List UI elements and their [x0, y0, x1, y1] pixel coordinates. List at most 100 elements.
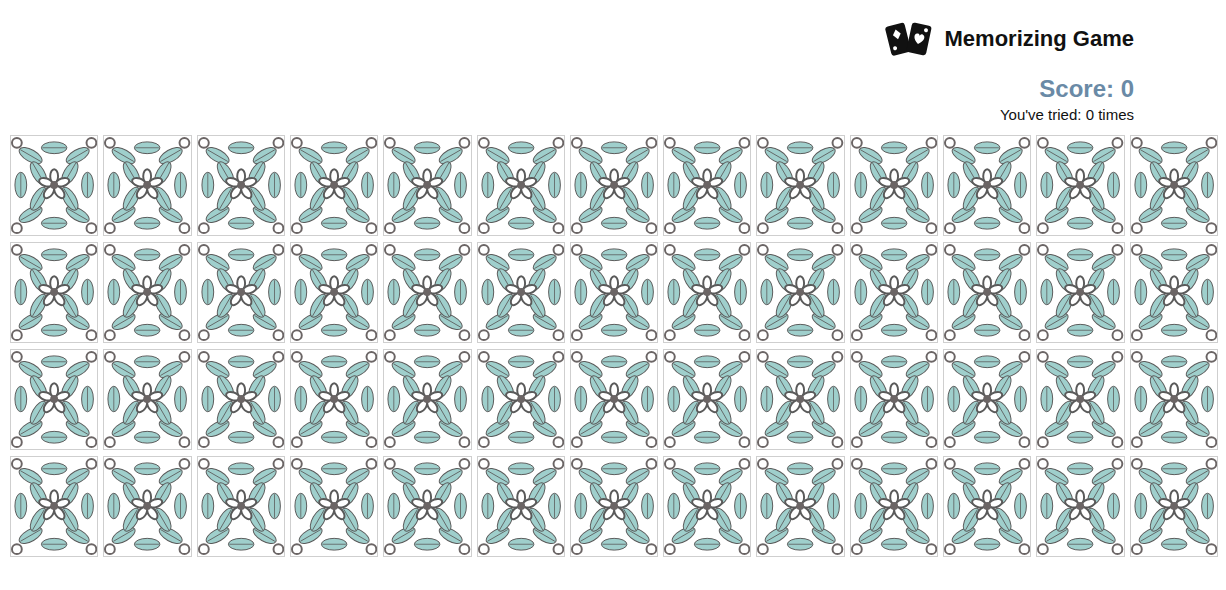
card-pattern-icon [757, 243, 843, 342]
card[interactable] [943, 456, 1031, 557]
card[interactable] [383, 456, 471, 557]
card[interactable] [850, 135, 938, 236]
card-pattern-icon [571, 243, 657, 342]
card[interactable] [663, 135, 751, 236]
card[interactable] [943, 349, 1031, 450]
card[interactable] [1036, 456, 1124, 557]
card-pattern-icon [851, 457, 937, 556]
card-pattern-icon [104, 457, 190, 556]
card[interactable] [10, 456, 98, 557]
card[interactable] [663, 349, 751, 450]
card[interactable] [570, 135, 658, 236]
card[interactable] [383, 349, 471, 450]
card[interactable] [1036, 242, 1124, 343]
card[interactable] [1130, 349, 1218, 450]
card[interactable] [850, 349, 938, 450]
card[interactable] [10, 242, 98, 343]
card-pattern-icon [291, 350, 377, 449]
card-pattern-icon [11, 457, 97, 556]
cards-logo-icon [885, 20, 933, 58]
card[interactable] [663, 242, 751, 343]
card[interactable] [290, 349, 378, 450]
card[interactable] [477, 135, 565, 236]
card[interactable] [197, 242, 285, 343]
card[interactable] [943, 242, 1031, 343]
card-pattern-icon [478, 136, 564, 235]
card-pattern-icon [944, 136, 1030, 235]
card-pattern-icon [1131, 136, 1217, 235]
page: Memorizing GameScore: 0You've tried: 0 t… [0, 0, 1226, 590]
card-pattern-icon [851, 243, 937, 342]
card[interactable] [383, 242, 471, 343]
card-pattern-icon [104, 136, 190, 235]
card-pattern-icon [478, 243, 564, 342]
card[interactable] [477, 349, 565, 450]
card-pattern-icon [664, 243, 750, 342]
card[interactable] [1130, 456, 1218, 557]
card-pattern-icon [851, 350, 937, 449]
card[interactable] [1036, 349, 1124, 450]
card-pattern-icon [478, 457, 564, 556]
card[interactable] [570, 349, 658, 450]
card[interactable] [103, 135, 191, 236]
card[interactable] [103, 242, 191, 343]
card[interactable] [290, 456, 378, 557]
card[interactable] [756, 242, 844, 343]
card-pattern-icon [198, 350, 284, 449]
tries-counter: You've tried: 0 times [1000, 105, 1134, 125]
card[interactable] [850, 456, 938, 557]
card-pattern-icon [1037, 457, 1123, 556]
card-pattern-icon [291, 136, 377, 235]
card-pattern-icon [291, 457, 377, 556]
card-pattern-icon [757, 350, 843, 449]
card[interactable] [850, 242, 938, 343]
card-pattern-icon [1037, 136, 1123, 235]
game-title: Memorizing Game [945, 25, 1134, 53]
card-pattern-icon [384, 350, 470, 449]
card[interactable] [1036, 135, 1124, 236]
card-pattern-icon [664, 136, 750, 235]
card-pattern-icon [384, 457, 470, 556]
card[interactable] [10, 349, 98, 450]
card[interactable] [663, 456, 751, 557]
card-pattern-icon [478, 350, 564, 449]
card[interactable] [383, 135, 471, 236]
card[interactable] [756, 349, 844, 450]
card-pattern-icon [571, 350, 657, 449]
header: Memorizing GameScore: 0You've tried: 0 t… [0, 0, 1226, 125]
title-bar: Memorizing Game [885, 20, 1134, 58]
card[interactable] [290, 242, 378, 343]
card-pattern-icon [1131, 350, 1217, 449]
card[interactable] [570, 456, 658, 557]
card-pattern-icon [1131, 243, 1217, 342]
card[interactable] [290, 135, 378, 236]
card[interactable] [756, 135, 844, 236]
card-pattern-icon [1037, 243, 1123, 342]
card-pattern-icon [198, 243, 284, 342]
card[interactable] [570, 242, 658, 343]
card[interactable] [1130, 135, 1218, 236]
card-grid [0, 135, 1226, 557]
card-pattern-icon [104, 350, 190, 449]
card-pattern-icon [11, 136, 97, 235]
card[interactable] [1130, 242, 1218, 343]
card-pattern-icon [104, 243, 190, 342]
card[interactable] [197, 349, 285, 450]
card-pattern-icon [11, 350, 97, 449]
card-pattern-icon [757, 136, 843, 235]
card-pattern-icon [1131, 457, 1217, 556]
card[interactable] [197, 135, 285, 236]
card-pattern-icon [944, 350, 1030, 449]
card[interactable] [103, 349, 191, 450]
card[interactable] [477, 242, 565, 343]
card[interactable] [10, 135, 98, 236]
card[interactable] [477, 456, 565, 557]
card[interactable] [197, 456, 285, 557]
card-pattern-icon [571, 457, 657, 556]
card-pattern-icon [664, 350, 750, 449]
card[interactable] [943, 135, 1031, 236]
card-pattern-icon [664, 457, 750, 556]
card[interactable] [103, 456, 191, 557]
card[interactable] [756, 456, 844, 557]
card-pattern-icon [944, 243, 1030, 342]
